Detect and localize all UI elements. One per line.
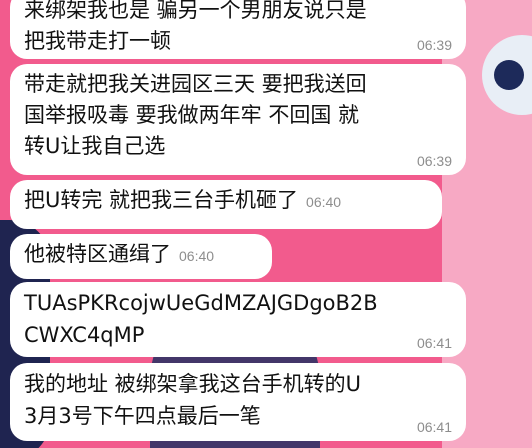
message-bubble[interactable]: 把U转完 就把我三台手机砸了 06:40: [10, 180, 442, 229]
message-time: 06:39: [416, 37, 452, 53]
message-time: 06:39: [416, 153, 452, 169]
message-text: 他被特区通缉了 06:40: [24, 239, 258, 272]
message-text: 我的地址 被绑架拿我这台手机转的U 3月3号下午四点最后一笔: [24, 372, 362, 428]
message-bubble[interactable]: 他被特区通缉了 06:40: [10, 234, 272, 279]
message-text: 来绑架我也是 骗另一个男朋友说只是 把我带走打一顿: [24, 0, 367, 53]
message-time: 06:41: [416, 335, 452, 351]
wallpaper-dot-shape: [494, 60, 524, 90]
message-time: 06:40: [306, 194, 342, 210]
message-text: 把U转完 就把我三台手机砸了 06:40: [24, 185, 428, 218]
message-time: 06:40: [179, 248, 215, 264]
message-text: 带走就把我关进园区三天 要把我送回 国举报吸毒 要我做两年牢 不回国 就 转U让…: [24, 72, 367, 158]
message-bubble[interactable]: 我的地址 被绑架拿我这台手机转的U 3月3号下午四点最后一笔 06:41: [10, 363, 466, 441]
message-bubble[interactable]: TUAsPKRcojwUeGdMZAJGDgoB2B CWXC4qMP 06:4…: [10, 282, 466, 357]
message-time: 06:41: [416, 419, 452, 435]
message-bubble[interactable]: 带走就把我关进园区三天 要把我送回 国举报吸毒 要我做两年牢 不回国 就 转U让…: [10, 64, 466, 175]
message-bubble[interactable]: 来绑架我也是 骗另一个男朋友说只是 把我带走打一顿 06:39: [10, 0, 466, 59]
message-text: TUAsPKRcojwUeGdMZAJGDgoB2B CWXC4qMP: [24, 291, 378, 347]
